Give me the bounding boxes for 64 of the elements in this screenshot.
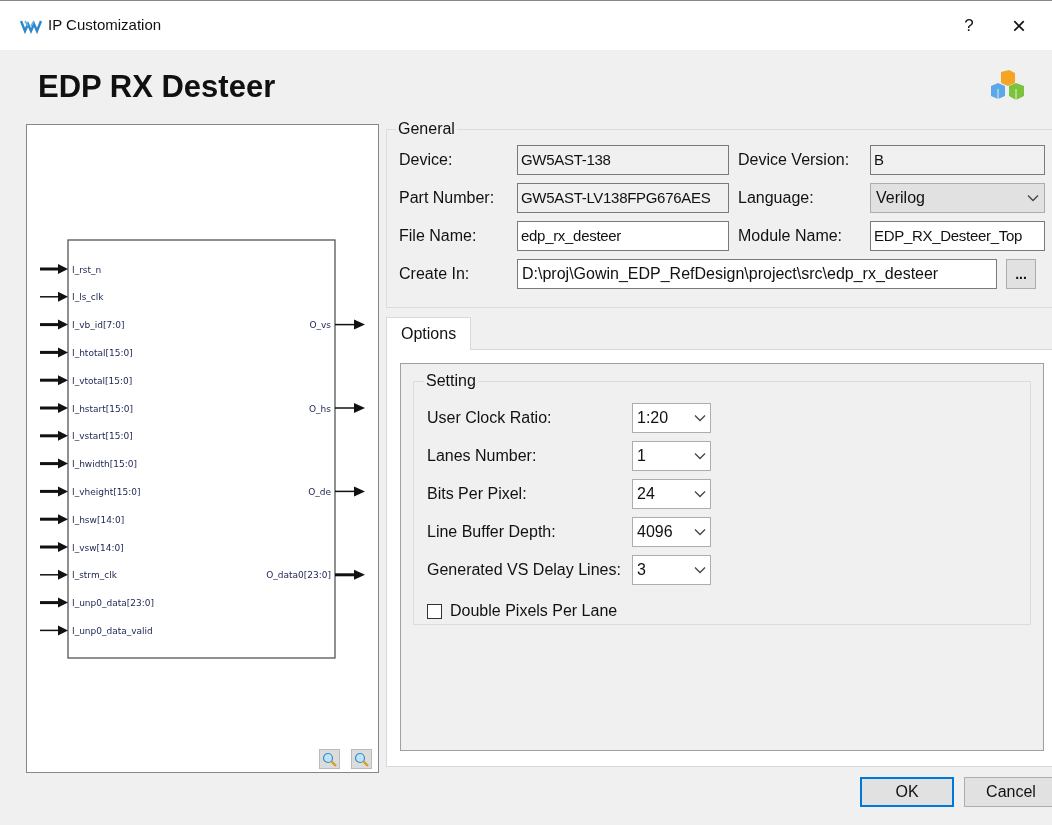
field-label: Part Number: [399,188,496,208]
ok-button[interactable]: OK [860,777,954,807]
zoom-in-icon [354,751,369,767]
port-label: O_hs [309,403,331,414]
checkbox[interactable] [427,603,442,619]
cancel-button[interactable]: Cancel [964,777,1052,807]
port-label: O_de [308,486,331,497]
port-label: O_data0[23:0] [266,570,331,581]
input-field[interactable]: edp_rx_desteer [517,221,729,251]
readonly-field[interactable]: B [870,145,1045,175]
option-label: User Clock Ratio: [427,408,553,428]
option-dropdown[interactable]: 1:20 [632,403,711,433]
help-button[interactable]: ? [954,12,984,39]
checkbox-label: Double Pixels Per Lane [450,601,618,621]
zoom-out-button[interactable] [319,749,340,769]
chevron-down-icon [694,452,706,460]
option-dropdown[interactable]: 24 [632,479,711,509]
option-dropdown[interactable]: 4096 [632,517,711,547]
chevron-down-icon [694,566,706,574]
port-label: I_unp0_data[23:0] [72,598,154,609]
language-dropdown[interactable]: Verilog [870,183,1045,213]
option-label: Bits Per Pixel: [427,484,528,504]
port-label: O_vs [309,320,331,331]
zoom-in-button[interactable] [351,749,372,769]
readonly-field[interactable]: GW5AST-LV138FPG676AES [517,183,729,213]
option-label: Lanes Number: [427,446,538,466]
chevron-down-icon [1027,194,1039,202]
port-label: I_htotal[15:0] [72,347,133,358]
port-label: I_hstart[15:0] [72,403,134,414]
readonly-field[interactable]: GW5AST-138 [517,145,729,175]
zoom-out-icon [322,751,337,767]
chevron-down-icon [694,490,706,498]
page-heading: EDP RX Desteer [38,67,276,106]
group-title: Setting [425,371,477,391]
window-title: IP Customization [48,15,162,36]
group-title: General [397,119,456,139]
field-label: Device: [399,150,454,170]
close-button[interactable]: × [1004,13,1034,38]
port-label: I_vheight[15:0] [72,486,141,497]
chevron-down-icon [694,414,706,422]
port-label: I_strm_clk [72,570,117,581]
port-label: I_vb_id[7:0] [72,320,125,331]
port-label: I_unp0_data_valid [72,625,153,636]
input-field[interactable]: D:\proj\Gowin_EDP_RefDesign\project\src\edp_rx_desteer [517,259,997,289]
option-label: Line Buffer Depth: [427,522,557,542]
field-label: Device Version: [738,150,851,170]
port-label: I_hwidth[15:0] [72,459,137,470]
port-label: I_vtotal[15:0] [72,375,133,386]
chevron-down-icon [694,528,706,536]
port-label: I_vstart[15:0] [72,431,133,442]
port-label: I_ls_clk [72,292,104,303]
option-dropdown[interactable]: 1 [632,441,711,471]
field-label: File Name: [399,226,478,246]
field-label: Module Name: [738,226,844,246]
port-label: I_vsw[14:0] [72,542,124,553]
port-label: I_hsw[14:0] [72,514,125,525]
browse-button[interactable]: ... [1006,259,1036,289]
port-label: I_rst_n [72,264,102,275]
field-label: Language: [738,188,815,208]
input-field[interactable]: EDP_RX_Desteer_Top [870,221,1045,251]
field-label: Create In: [399,264,471,284]
tab[interactable]: Options [386,317,472,350]
option-label: Generated VS Delay Lines: [427,560,622,580]
option-dropdown[interactable]: 3 [632,555,711,585]
